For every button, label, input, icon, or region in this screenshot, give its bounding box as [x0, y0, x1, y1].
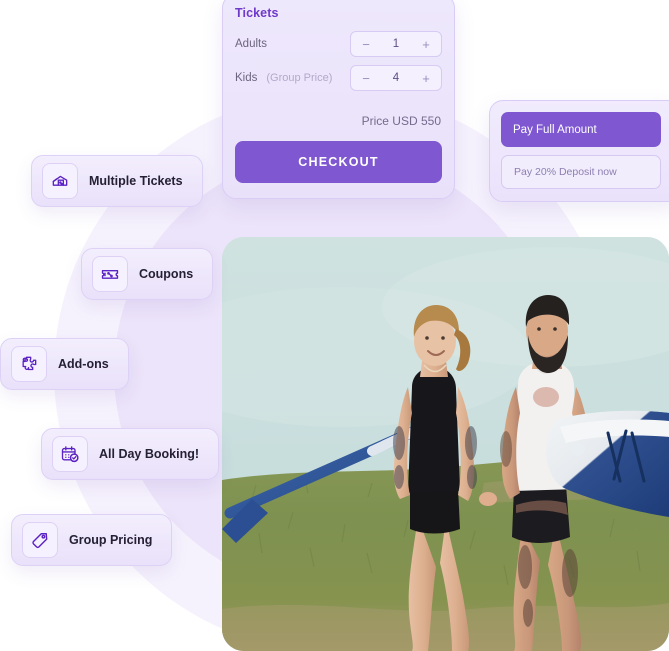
feature-pill-label: Add-ons — [58, 357, 109, 371]
tickets-title: Tickets — [235, 6, 279, 20]
coupon-percent-icon — [92, 256, 128, 292]
checkout-button[interactable]: CHECKOUT — [235, 141, 442, 183]
feature-pill-group-pricing[interactable]: Group Pricing — [11, 514, 173, 566]
kids-decrement-button[interactable]: − — [360, 72, 372, 85]
kids-increment-button[interactable]: + — [420, 72, 432, 85]
adults-quantity-value[interactable]: 1 — [372, 38, 420, 50]
tickets-card: Tickets Adults − 1 + Kids (Group Price) … — [222, 0, 455, 199]
calendar-check-icon — [52, 436, 88, 472]
feature-pill-multiple-tickets[interactable]: Multiple Tickets — [31, 155, 203, 207]
puzzle-piece-icon — [11, 346, 47, 382]
price-tag-icon — [22, 522, 58, 558]
adults-increment-button[interactable]: + — [420, 38, 432, 51]
tickets-icon — [42, 163, 78, 199]
pay-full-amount-button[interactable]: Pay Full Amount — [501, 112, 661, 147]
feature-pill-label: Coupons — [139, 267, 194, 281]
ticket-row-kids: Kids (Group Price) − 4 + — [235, 65, 442, 91]
pay-deposit-button[interactable]: Pay 20% Deposit now — [501, 155, 661, 189]
feature-pill-label: Multiple Tickets — [89, 174, 183, 188]
hero-photo — [222, 237, 669, 651]
payment-options-card: Pay Full Amount Pay 20% Deposit now — [489, 100, 669, 202]
ticket-row-label: Kids — [235, 72, 258, 84]
kids-quantity-value[interactable]: 4 — [372, 72, 420, 84]
ticket-row-label: Adults — [235, 38, 267, 50]
feature-pill-label: Group Pricing — [69, 533, 153, 547]
adults-decrement-button[interactable]: − — [360, 38, 372, 51]
feature-pill-add-ons[interactable]: Add-ons — [0, 338, 129, 390]
kids-quantity-stepper[interactable]: − 4 + — [350, 65, 442, 91]
ticket-row-adults: Adults − 1 + — [235, 31, 442, 57]
adults-quantity-stepper[interactable]: − 1 + — [350, 31, 442, 57]
feature-pill-label: All Day Booking! — [99, 447, 200, 461]
feature-pill-all-day-booking[interactable]: All Day Booking! — [41, 428, 220, 480]
price-total: Price USD 550 — [361, 114, 441, 128]
feature-pill-coupons[interactable]: Coupons — [81, 248, 214, 300]
ticket-row-sublabel: (Group Price) — [266, 72, 333, 84]
hero-illustration: Tickets Adults − 1 + Kids (Group Price) … — [0, 0, 669, 651]
